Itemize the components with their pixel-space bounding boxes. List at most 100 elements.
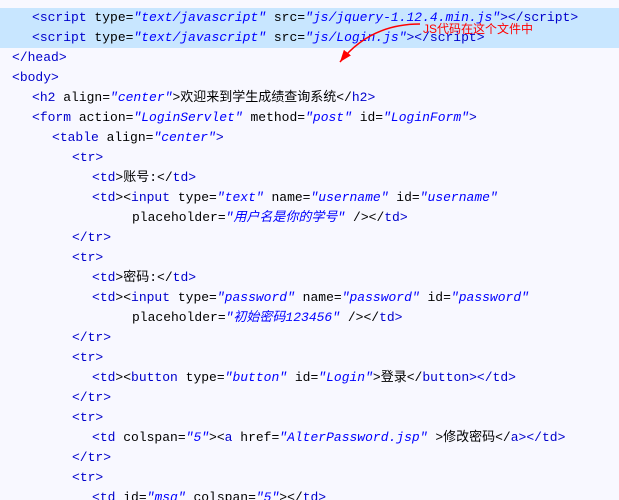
code-token: <: [92, 170, 100, 185]
code-token: </: [72, 450, 88, 465]
code-token: <: [32, 30, 40, 45]
code-token: td: [100, 190, 116, 205]
code-token: "AlterPassword.jsp": [279, 430, 427, 445]
code-token: type=: [170, 190, 217, 205]
code-token: ><: [115, 190, 131, 205]
code-token: >: [367, 90, 375, 105]
code-token: >: [188, 170, 196, 185]
code-token: >: [95, 410, 103, 425]
code-line: <td id="msg" colspan="5"></td>: [0, 488, 619, 500]
code-line: <tr>: [0, 348, 619, 368]
code-token: table: [60, 130, 99, 145]
code-token: src=: [266, 10, 305, 25]
code-token: >: [570, 10, 578, 25]
code-token: ></: [519, 430, 542, 445]
code-token: >: [395, 310, 403, 325]
code-token: tr: [88, 330, 104, 345]
code-token: td: [100, 270, 116, 285]
code-token: >: [95, 470, 103, 485]
code-token: <: [92, 490, 100, 500]
code-token: tr: [80, 410, 96, 425]
code-token: td: [379, 310, 395, 325]
code-token: >: [51, 70, 59, 85]
code-token: <: [72, 410, 80, 425]
code-line: <form action="LoginServlet" method="post…: [0, 108, 619, 128]
code-token: <: [92, 430, 100, 445]
code-token: button: [422, 370, 469, 385]
code-token: >: [188, 270, 196, 285]
code-token: <: [32, 10, 40, 25]
code-token: <: [72, 470, 80, 485]
code-token: "password": [342, 290, 420, 305]
code-token: ><: [115, 290, 131, 305]
code-token: <: [92, 190, 100, 205]
code-token: >: [95, 250, 103, 265]
code-token: script: [40, 10, 87, 25]
code-token: td: [173, 170, 189, 185]
code-token: tr: [80, 150, 96, 165]
code-token: </: [72, 330, 88, 345]
code-line: <tr>: [0, 468, 619, 488]
code-token: >: [469, 110, 477, 125]
code-line: placeholder="用户名是你的学号" /></td>: [0, 208, 619, 228]
code-token: td: [542, 430, 558, 445]
code-token: "LoginServlet": [133, 110, 242, 125]
code-line: </tr>: [0, 228, 619, 248]
code-token: placeholder=: [132, 310, 226, 325]
code-token: ></: [279, 490, 302, 500]
code-token: form: [40, 110, 71, 125]
code-token: type=: [170, 290, 217, 305]
code-token: >: [508, 370, 516, 385]
code-token: >: [216, 130, 224, 145]
code-token: "center": [110, 90, 172, 105]
code-token: td: [493, 370, 509, 385]
code-token: "center": [153, 130, 215, 145]
code-token: /></: [345, 210, 384, 225]
code-token: /></: [340, 310, 379, 325]
code-token: tr: [88, 450, 104, 465]
code-token: </: [72, 390, 88, 405]
code-token: placeholder=: [132, 210, 226, 225]
code-token: >修改密码</: [428, 430, 511, 445]
code-token: tr: [88, 390, 104, 405]
code-token: >: [95, 150, 103, 165]
code-token: body: [20, 70, 51, 85]
code-token: </: [72, 230, 88, 245]
code-token: "button": [225, 370, 287, 385]
code-line: <td>账号:</td>: [0, 168, 619, 188]
code-line: </tr>: [0, 448, 619, 468]
code-token: h2: [352, 90, 368, 105]
code-token: <: [12, 70, 20, 85]
code-token: type=: [178, 370, 225, 385]
code-token: <: [72, 150, 80, 165]
code-token: <: [92, 370, 100, 385]
code-token: align=: [55, 90, 110, 105]
code-token: <: [72, 350, 80, 365]
code-editor: <script type="text/javascript" src="js/j…: [0, 0, 619, 500]
code-token: "username": [420, 190, 498, 205]
code-token: "text/javascript": [133, 30, 266, 45]
code-line: <h2 align="center">欢迎来到学生成绩查询系统</h2>: [0, 88, 619, 108]
code-token: >: [400, 210, 408, 225]
code-token: td: [100, 490, 116, 500]
code-token: >欢迎来到学生成绩查询系统</: [172, 90, 351, 105]
code-token: >: [558, 430, 566, 445]
code-token: "Login": [318, 370, 373, 385]
code-token: name=: [264, 190, 311, 205]
annotation-text: JS代码在这个文件中: [423, 20, 533, 37]
code-token: input: [131, 290, 170, 305]
code-token: id=: [287, 370, 318, 385]
code-token: "text/javascript": [133, 10, 266, 25]
code-token: "msg": [147, 490, 186, 500]
code-line: <tr>: [0, 248, 619, 268]
code-token: ><: [115, 370, 131, 385]
code-token: <: [72, 250, 80, 265]
code-token: href=: [232, 430, 279, 445]
code-line: <table align="center">: [0, 128, 619, 148]
code-token: >密码:</: [115, 270, 172, 285]
code-token: id=: [420, 290, 451, 305]
code-token: button: [131, 370, 178, 385]
code-line: placeholder="初始密码123456" /></td>: [0, 308, 619, 328]
code-token: >: [103, 450, 111, 465]
code-token: align=: [99, 130, 154, 145]
